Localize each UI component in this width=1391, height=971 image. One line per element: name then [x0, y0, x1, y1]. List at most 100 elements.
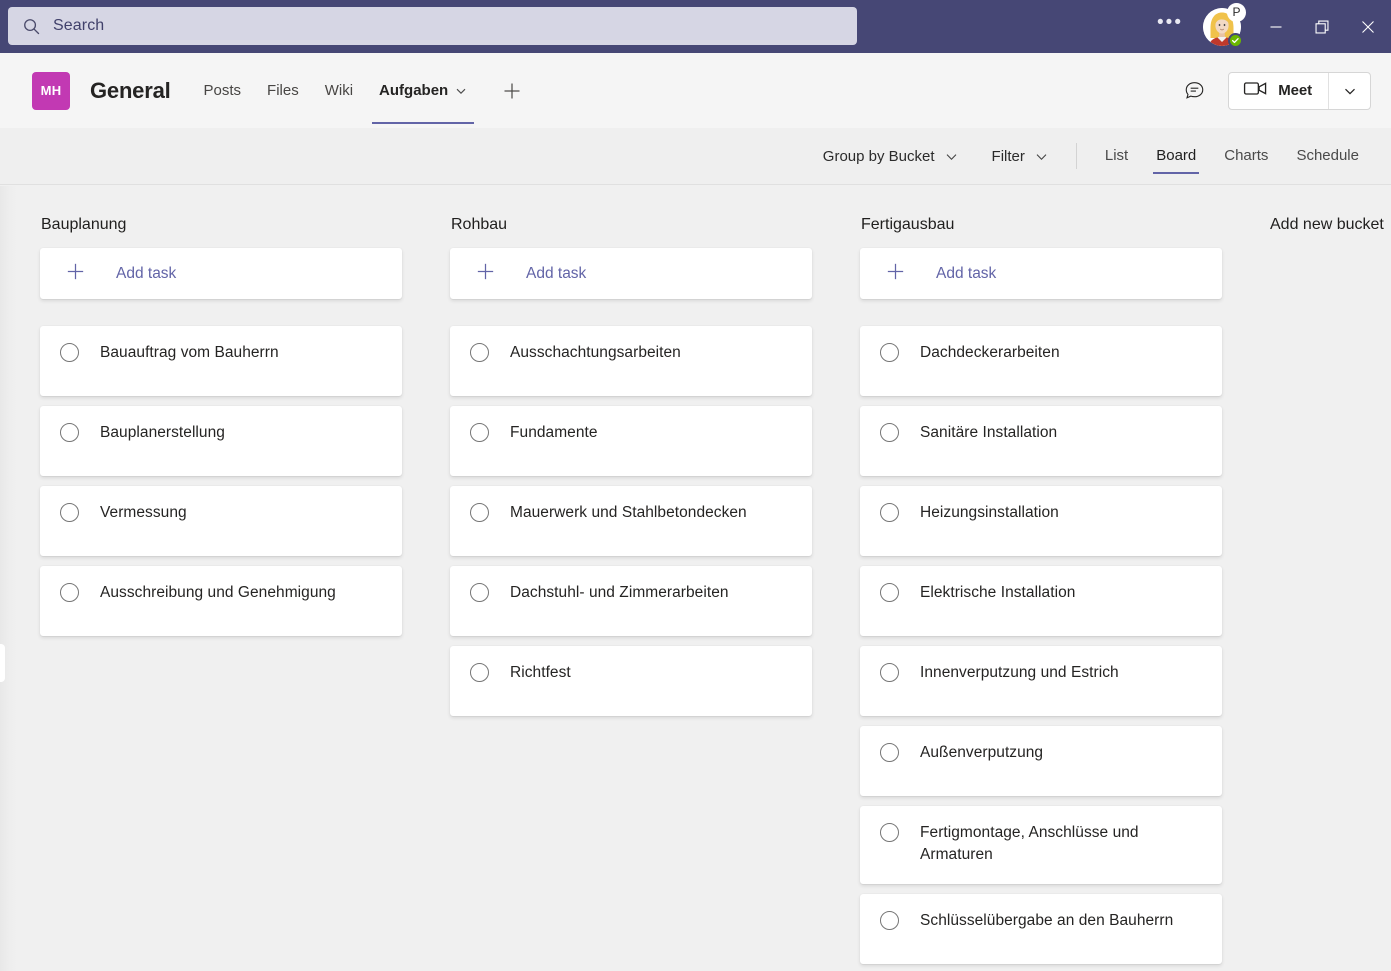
bucket-title[interactable]: Fertigausbau	[860, 186, 1222, 248]
presence-badge-p: P	[1227, 2, 1246, 22]
channel-tab-list: Posts Files Wiki Aufgaben	[191, 53, 529, 128]
view-tab-board-label: Board	[1156, 147, 1197, 164]
chevron-down-icon	[945, 150, 958, 163]
task-card[interactable]: Richtfest	[450, 646, 812, 716]
meet-button[interactable]: Meet	[1229, 73, 1328, 109]
task-card[interactable]: Vermessung	[40, 486, 402, 556]
sidebar-expand-handle[interactable]	[0, 644, 5, 682]
task-complete-checkbox-icon[interactable]	[880, 423, 899, 442]
meet-button-group: Meet	[1228, 71, 1371, 110]
chevron-down-icon[interactable]	[455, 85, 467, 97]
add-task-label: Add task	[936, 264, 997, 282]
task-card[interactable]: Fertigmontage, Anschlüsse und Armaturen	[860, 806, 1222, 884]
group-by-bucket-label: Group by Bucket	[822, 147, 935, 165]
add-new-bucket-button[interactable]: Add new bucket	[1270, 186, 1384, 971]
meet-button-label: Meet	[1278, 82, 1312, 99]
task-card[interactable]: Innenverputzung und Estrich	[860, 646, 1222, 716]
task-card[interactable]: Heizungsinstallation	[860, 486, 1222, 556]
task-complete-checkbox-icon[interactable]	[60, 583, 79, 602]
task-complete-checkbox-icon[interactable]	[880, 583, 899, 602]
channel-header: MH General Posts Files Wiki Aufgaben Mee…	[0, 53, 1391, 128]
group-by-bucket-dropdown[interactable]: Group by Bucket	[813, 142, 968, 171]
task-complete-checkbox-icon[interactable]	[470, 663, 489, 682]
tab-posts-label: Posts	[203, 82, 242, 99]
task-card[interactable]: Bauplanerstellung	[40, 406, 402, 476]
bucket-column: Bauplanung Add task Bauauftrag vom Bauherr…	[40, 186, 402, 971]
task-title: Außenverputzung	[920, 744, 1044, 761]
more-options-button[interactable]: •••	[1147, 0, 1193, 53]
add-tab-button[interactable]	[496, 75, 528, 107]
task-title: Heizungsinstallation	[920, 504, 1059, 521]
task-complete-checkbox-icon[interactable]	[880, 343, 899, 362]
task-complete-checkbox-icon[interactable]	[470, 423, 489, 442]
task-title: Sanitäre Installation	[920, 424, 1058, 441]
meet-dropdown-chevron-down-icon[interactable]	[1328, 72, 1370, 109]
avatar[interactable]: P	[1199, 2, 1246, 50]
task-card[interactable]: Ausschachtungsarbeiten	[450, 326, 812, 396]
task-complete-checkbox-icon[interactable]	[60, 343, 79, 362]
view-tab-schedule-label: Schedule	[1296, 147, 1359, 164]
filter-label: Filter	[991, 147, 1025, 165]
task-complete-checkbox-icon[interactable]	[880, 911, 899, 930]
bucket-column: Rohbau Add task Ausschachtungsarbeiten Fund…	[450, 186, 812, 971]
task-title: Elektrische Installation	[920, 584, 1076, 601]
task-title: Ausschachtungsarbeiten	[510, 344, 681, 361]
view-tab-list[interactable]: List	[1091, 133, 1142, 179]
chevron-down-icon	[1035, 150, 1048, 163]
task-title: Fertigmontage, Anschlüsse und Armaturen	[920, 824, 1139, 863]
task-complete-checkbox-icon[interactable]	[470, 503, 489, 522]
task-complete-checkbox-icon[interactable]	[60, 423, 79, 442]
task-complete-checkbox-icon[interactable]	[470, 583, 489, 602]
view-tab-list-label: List	[1104, 147, 1129, 164]
search-icon	[22, 17, 41, 36]
add-task-button[interactable]: Add task	[450, 248, 812, 299]
task-complete-checkbox-icon[interactable]	[880, 663, 899, 682]
search-input[interactable]: Search	[8, 7, 857, 45]
view-tab-schedule[interactable]: Schedule	[1282, 133, 1373, 179]
more-dots-label: •••	[1157, 11, 1183, 33]
view-tab-board[interactable]: Board	[1142, 133, 1210, 179]
task-card[interactable]: Elektrische Installation	[860, 566, 1222, 636]
window-controls-group: ••• P	[1147, 0, 1391, 53]
planner-board: Bauplanung Add task Bauauftrag vom Bauherr…	[0, 186, 1391, 971]
tab-files[interactable]: Files	[254, 53, 312, 128]
task-title: Fundamente	[510, 424, 598, 441]
task-complete-checkbox-icon[interactable]	[880, 823, 899, 842]
tab-wiki-label: Wiki	[324, 82, 354, 99]
task-title: Dachstuhl- und Zimmerarbeiten	[510, 584, 729, 601]
task-card[interactable]: Sanitäre Installation	[860, 406, 1222, 476]
close-button[interactable]	[1345, 0, 1391, 53]
task-card[interactable]: Dachstuhl- und Zimmerarbeiten	[450, 566, 812, 636]
page-title: General	[90, 77, 171, 103]
toolbar-divider	[1075, 143, 1077, 169]
task-title: Bauauftrag vom Bauherrn	[100, 344, 279, 361]
bucket-title[interactable]: Rohbau	[450, 186, 812, 248]
bucket-title[interactable]: Bauplanung	[40, 186, 402, 248]
task-complete-checkbox-icon[interactable]	[880, 743, 899, 762]
task-card[interactable]: Bauauftrag vom Bauherrn	[40, 326, 402, 396]
task-card[interactable]: Außenverputzung	[860, 726, 1222, 796]
task-card[interactable]: Fundamente	[450, 406, 812, 476]
title-bar: Search ••• P	[0, 0, 1391, 53]
tab-wiki[interactable]: Wiki	[312, 53, 366, 128]
task-card[interactable]: Ausschreibung und Genehmigung	[40, 566, 402, 636]
filter-dropdown[interactable]: Filter	[982, 142, 1058, 171]
tab-aufgaben[interactable]: Aufgaben	[366, 53, 480, 128]
add-task-button[interactable]: Add task	[40, 248, 402, 299]
video-camera-icon	[1243, 79, 1268, 102]
task-card[interactable]: Schlüsselübergabe an den Bauherrn	[860, 894, 1222, 964]
task-complete-checkbox-icon[interactable]	[60, 503, 79, 522]
bucket-column: Fertigausbau Add task Dachdeckerarbeiten Sa…	[860, 186, 1222, 971]
chat-bubble-icon[interactable]	[1174, 71, 1214, 111]
task-title: Innenverputzung und Estrich	[920, 664, 1119, 681]
restore-button[interactable]	[1299, 0, 1345, 53]
tab-posts[interactable]: Posts	[191, 53, 255, 128]
task-card[interactable]: Mauerwerk und Stahlbetondecken	[450, 486, 812, 556]
task-complete-checkbox-icon[interactable]	[880, 503, 899, 522]
add-task-button[interactable]: Add task	[860, 248, 1222, 299]
minimize-button[interactable]	[1253, 0, 1299, 53]
task-complete-checkbox-icon[interactable]	[470, 343, 489, 362]
view-tab-charts[interactable]: Charts	[1210, 133, 1282, 179]
channel-header-actions: Meet	[1174, 71, 1371, 111]
task-card[interactable]: Dachdeckerarbeiten	[860, 326, 1222, 396]
